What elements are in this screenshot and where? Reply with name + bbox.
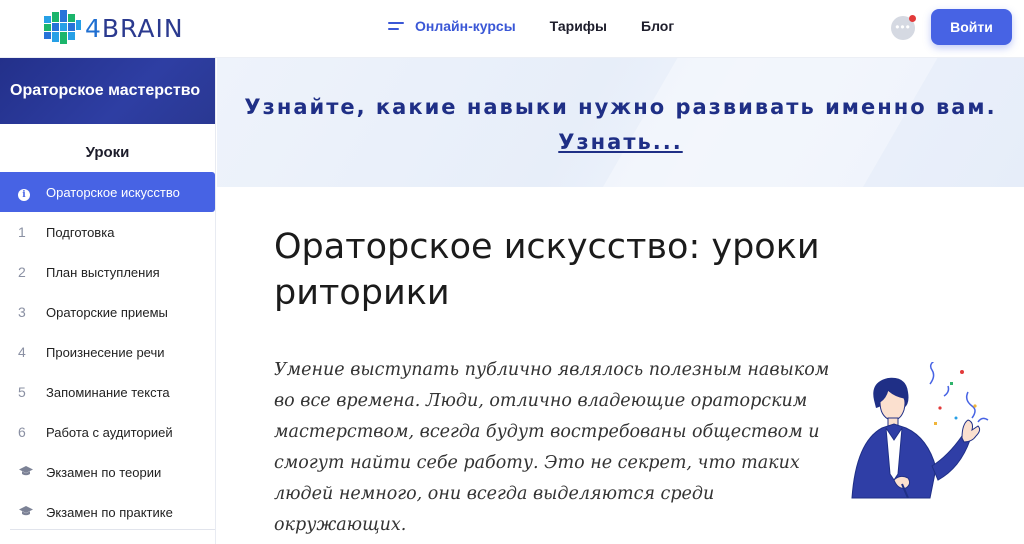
lessons-list: i Ораторское искусство 1 Подготовка 2 Пл… — [0, 172, 215, 532]
sidebar-item-label: Запоминание текста — [46, 384, 170, 400]
chat-button[interactable]: ••• — [891, 15, 916, 40]
sidebar-item-memorizing-text[interactable]: 5 Запоминание текста — [0, 372, 215, 412]
nav-online-courses-label: Онлайн-курсы — [415, 18, 516, 34]
lessons-heading: Уроки — [85, 144, 130, 161]
notification-dot — [909, 15, 916, 22]
sidebar-item-practice-exam[interactable]: Экзамен по практике — [0, 492, 215, 532]
lesson-number: 2 — [18, 264, 26, 280]
nav-blog-label: Блог — [641, 18, 675, 34]
lesson-number: 5 — [18, 384, 26, 400]
graduation-cap-icon — [19, 466, 33, 476]
logo-mark-icon — [44, 10, 81, 44]
sidebar-item-label: План выступления — [46, 264, 160, 280]
lesson-number: 3 — [18, 304, 26, 320]
graduation-cap-icon — [19, 506, 33, 516]
lesson-number: 1 — [18, 224, 26, 240]
sidebar-item-audience-work[interactable]: 6 Работа с аудиторией — [0, 412, 215, 452]
main-nav: Онлайн-курсы Тарифы Блог — [388, 18, 708, 34]
sidebar-item-theory-exam[interactable]: Экзамен по теории — [0, 452, 215, 492]
menu-icon — [388, 21, 404, 31]
nav-pricing-label: Тарифы — [549, 18, 608, 34]
speaker-illustration — [851, 362, 989, 499]
sidebar-item-label: Экзамен по теории — [46, 464, 162, 480]
nav-blog[interactable]: Блог — [641, 18, 674, 34]
sidebar-item-oratory-art[interactable]: i Ораторское искусство — [0, 172, 215, 212]
lesson-number: 6 — [18, 424, 26, 440]
banner-link[interactable]: Узнать... — [558, 130, 682, 154]
top-header: 4BRAIN Онлайн-курсы Тарифы Блог ••• Войт… — [0, 0, 1024, 58]
info-icon: i — [18, 188, 30, 201]
sidebar-item-oratory-techniques[interactable]: 3 Ораторские приемы — [0, 292, 215, 332]
sidebar-item-label: Экзамен по практике — [46, 504, 173, 520]
page-title: Ораторское искусство: уроки риторики — [274, 227, 820, 313]
sidebar-item-label: Работа с аудиторией — [46, 424, 173, 440]
nav-online-courses[interactable]: Онлайн-курсы — [388, 18, 516, 34]
lesson-number: 4 — [18, 344, 26, 360]
divider — [10, 529, 215, 530]
sidebar-item-label: Ораторские приемы — [46, 304, 168, 320]
sidebar-item-preparation[interactable]: 1 Подготовка — [0, 212, 215, 252]
sidebar-item-label: Произнесение речи — [46, 344, 165, 360]
sidebar-item-label: Ораторское искусство — [46, 184, 180, 200]
chat-bubble-icon: ••• — [895, 19, 911, 34]
logo[interactable]: 4BRAIN — [42, 8, 184, 48]
sidebar-item-label: Подготовка — [46, 224, 115, 240]
logo-text: 4BRAIN — [85, 13, 184, 43]
banner-message: Узнайте, какие навыки нужно развивать им… — [244, 95, 997, 119]
sidebar-item-speech-plan[interactable]: 2 План выступления — [0, 252, 215, 292]
login-button[interactable]: Войти — [931, 9, 1012, 45]
sidebar-item-speech-delivery[interactable]: 4 Произнесение речи — [0, 332, 215, 372]
nav-pricing[interactable]: Тарифы — [550, 18, 607, 34]
intro-paragraph: Умение выступать публично являлось полез… — [274, 360, 830, 535]
course-title[interactable]: Ораторское мастерство — [0, 58, 215, 124]
promo-banner: Узнайте, какие навыки нужно развивать им… — [217, 58, 1024, 187]
course-sidebar: Ораторское мастерство Уроки i Ораторское… — [0, 58, 216, 544]
banner-text: Узнайте, какие навыки нужно развивать им… — [217, 90, 1024, 160]
